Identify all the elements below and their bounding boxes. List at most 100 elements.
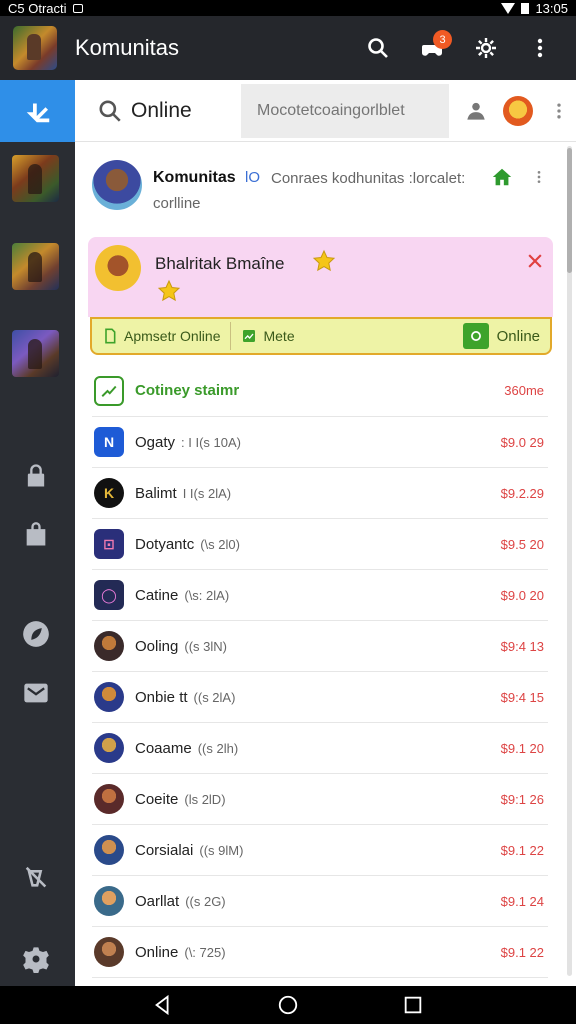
list-item-name: Oarllat [135,892,180,910]
list-item-name: Online [135,943,179,961]
leaf-icon [23,621,49,647]
list-item-value: $9.2.29 [500,485,544,501]
featured-action-bar: Apmsetr Online Mete Online [90,317,552,355]
game-avatar-icon [94,631,124,661]
game-avatar-icon [94,886,124,916]
status-bar: C5 Otracti 13:05 [0,0,576,16]
search-icon[interactable] [97,98,123,124]
more-vertical-icon[interactable] [549,99,569,123]
overflow-menu-button[interactable] [522,30,558,66]
box-logo-icon: ⊡ [94,529,124,559]
recents-icon[interactable] [402,994,424,1016]
rail-game-1[interactable] [12,155,59,202]
battery-icon [521,2,530,14]
list-item-value: $9:4 15 [500,689,544,705]
featured-action-online[interactable]: Apmsetr Online [92,319,230,353]
rail-item-explore[interactable] [20,618,52,650]
list-item[interactable]: ◯ Catine (\s: 2lA) $9.0 20 [92,570,548,621]
more-vertical-icon[interactable] [531,166,547,188]
game-avatar-icon [94,937,124,967]
list-item-meta: : I I(s 10A) [181,434,241,450]
list-item-meta: (ls 2lD) [184,791,226,807]
list-item-meta: ((s 2lh) [197,740,239,756]
ring-logo-icon: ◯ [94,580,124,610]
rail-item-bag[interactable] [20,519,52,551]
scrollbar-thumb[interactable] [567,148,572,273]
back-icon[interactable] [152,994,174,1016]
featured-action-mete[interactable]: Mete [231,319,304,353]
list-item-name: Catine [135,586,179,604]
list-item[interactable]: Coeite (ls 2lD) $9:1 26 [92,774,548,825]
list-item-meta: ((s 3lN) [184,638,227,654]
list-item-name: Coaame [135,739,192,757]
star-icon [157,279,181,302]
list-item-name: Ogaty [135,433,176,451]
left-rail [0,80,75,986]
rail-item-lock[interactable] [20,460,52,492]
list-item[interactable]: Onbie tt ((s 2lA) $9:4 15 [92,672,548,723]
person-icon[interactable] [463,98,489,124]
list-item-name: Ooling [135,637,179,655]
rail-game-2[interactable] [12,243,59,290]
app-title: Komunitas [75,35,179,60]
online-label: Online [496,327,540,345]
rail-item-mail[interactable] [20,677,52,709]
list-item-meta: (\: 725) [184,944,226,960]
home-icon[interactable] [491,166,513,188]
chart-icon [243,330,256,342]
close-icon[interactable] [525,251,545,271]
settings-button[interactable] [468,30,504,66]
muted-icon [25,866,47,888]
search-input[interactable] [241,83,449,138]
game-avatar-icon [94,784,124,814]
featured-action-label: Apmsetr Online [124,328,221,344]
list-item[interactable]: Online (\: 725) $9.1 22 [92,927,548,978]
list-item-value: $9:4 13 [500,638,544,654]
list-item-value: $9.1 20 [500,740,544,756]
list-item-value: $9.0 29 [500,434,544,450]
rail-game-3[interactable] [12,330,59,377]
list-item-value: 360me [504,383,544,398]
list-item[interactable]: Coaame ((s 2lh) $9.1 20 [92,723,548,774]
list-item[interactable]: Corsialai ((s 9lM) $9.1 22 [92,825,548,876]
list-item-name: Coeite [135,790,179,808]
system-nav-bar [0,986,576,1024]
status-right: 13:05 [501,1,568,16]
gear-small-icon [23,947,49,973]
list-item-name: Corsialai [135,841,194,859]
featured-action-label: Mete [263,328,295,344]
app-root: C5 Otracti 13:05 Komunitas 3 Online Moco… [0,0,576,1024]
list-item[interactable]: ⊡ Dotyantc (\s 2l0) $9.5 20 [92,519,548,570]
featured-card[interactable]: Bhalritak Bmaîne [88,237,553,317]
list-item-meta: (\s: 2lA) [184,587,230,603]
featured-title: Bhalritak Bmaîne [155,254,285,273]
rail-item-mute[interactable] [20,860,52,892]
list-item[interactable]: K Balimt I I(s 2lA) $9.2.29 [92,468,548,519]
gold-logo-icon: K [94,478,124,508]
rail-item-home[interactable] [0,80,75,142]
search-icon [368,38,388,58]
list-item-value: $9:1 26 [500,791,544,807]
search-tab-label[interactable]: Online [131,99,231,123]
notifications-button[interactable]: 3 [414,30,452,66]
user-avatar[interactable] [503,95,533,126]
featured-avatar [95,245,141,291]
online-button[interactable]: Online [462,323,550,349]
list-item[interactable]: Ooling ((s 3lN) $9:4 13 [92,621,548,672]
status-text: C5 Otracti [8,0,67,16]
community-avatar[interactable] [92,160,142,210]
search-button[interactable] [360,30,396,66]
community-logo[interactable] [13,26,57,70]
list-item-name: Dotyantc [135,535,195,553]
list-item[interactable]: N Ogaty : I I(s 10A) $9.0 29 [92,417,548,468]
home-circle-icon[interactable] [277,994,299,1016]
list-item[interactable]: Cotiney staimr 360me [92,365,548,417]
app-bar: Komunitas 3 [0,16,576,80]
main-panel: Online Komunitas lO Conraes kodhunitas :… [75,80,576,986]
rail-item-settings[interactable] [20,943,52,975]
community-status: corlline [153,195,201,212]
list-item-meta: ((s 2G) [185,893,226,909]
community-name[interactable]: Komunitas [153,169,236,187]
list-item[interactable]: Oarllat ((s 2G) $9.1 24 [92,876,548,927]
list-item-value: $9.0 20 [500,587,544,603]
